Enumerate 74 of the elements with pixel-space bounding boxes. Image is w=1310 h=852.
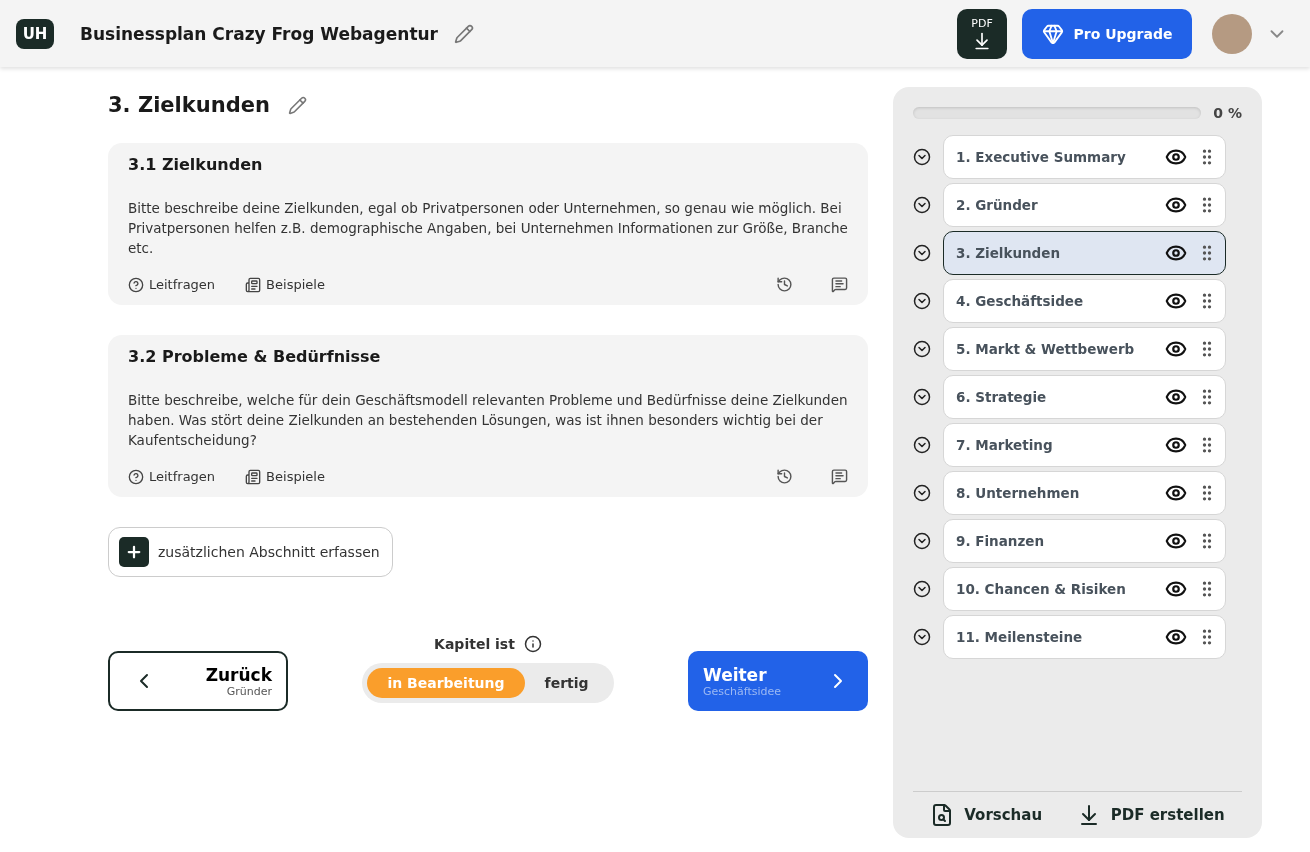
history-icon — [776, 468, 793, 485]
back-button[interactable]: Zurück Gründer — [108, 651, 288, 711]
expand-button[interactable] — [913, 340, 931, 358]
plus-icon — [119, 537, 149, 567]
chapter-item[interactable]: 11. Meilensteine — [943, 615, 1226, 659]
history-button[interactable] — [776, 468, 793, 485]
circle-chevron-down-icon — [913, 628, 931, 646]
section-link[interactable]: Beispiele — [245, 276, 325, 293]
expand-button[interactable] — [913, 580, 931, 598]
expand-button[interactable] — [913, 388, 931, 406]
pencil-icon — [287, 95, 307, 115]
circle-chevron-down-icon — [913, 580, 931, 598]
circle-chevron-down-icon — [913, 532, 931, 550]
history-button[interactable] — [776, 276, 793, 293]
question-circle-icon — [128, 276, 144, 293]
expand-button[interactable] — [913, 484, 931, 502]
history-icon — [776, 276, 793, 293]
expand-button[interactable] — [913, 532, 931, 550]
chapter-item[interactable]: 2. Gründer — [943, 183, 1226, 227]
newspaper-icon — [245, 468, 262, 485]
edit-chapter-button[interactable] — [287, 95, 307, 115]
section-link[interactable]: Leitfragen — [128, 468, 216, 485]
pro-upgrade-button[interactable]: Pro Upgrade — [1022, 8, 1192, 59]
comment-button[interactable] — [831, 276, 848, 293]
edit-title-button[interactable] — [454, 23, 474, 44]
expand-button[interactable] — [913, 436, 931, 454]
chapter-item[interactable]: 10. Chancen & Risiken — [943, 567, 1226, 611]
next-button[interactable]: Weiter Geschäftsidee — [688, 651, 868, 711]
section-link[interactable]: Leitfragen — [128, 276, 216, 293]
chapter-item[interactable]: 8. Unternehmen — [943, 471, 1226, 515]
chapter-item[interactable]: 6. Strategie — [943, 375, 1226, 419]
info-icon — [523, 635, 542, 653]
pdf-download-button[interactable]: PDF — [957, 8, 1007, 59]
expand-button[interactable] — [913, 196, 931, 214]
chapter-title: 3. Zielkunden — [108, 93, 270, 117]
chapter-item[interactable]: 9. Finanzen — [943, 519, 1226, 563]
sidebar-action-button[interactable]: PDF erstellen — [1070, 802, 1231, 828]
diamond-icon — [1041, 22, 1064, 45]
section-title: 3.1 Zielkunden — [128, 155, 264, 174]
progress-reading: 0 % — [1213, 105, 1242, 121]
pencil-icon — [454, 23, 474, 44]
logo[interactable]: UH — [16, 18, 54, 49]
circle-chevron-down-icon — [913, 436, 931, 454]
circle-chevron-down-icon — [913, 244, 931, 262]
comment-icon — [831, 468, 848, 485]
status-option[interactable]: fertig — [524, 668, 609, 698]
section-description: Bitte beschreibe deine Zielkunden, egal ob Privatpersonen oder Unternehmen, so genau wie möglich. Bei Privatpersonen helfen z.B. demographische Angaben, bei Unternehmen Informationen zur Größe, Branche etc. — [128, 199, 848, 258]
comment-icon — [831, 276, 848, 293]
document-title: Businessplan Crazy Frog Webagentur — [80, 23, 438, 44]
expand-button[interactable] — [913, 244, 931, 262]
circle-chevron-down-icon — [913, 484, 931, 502]
add-section-button[interactable]: zusätzlichen Abschnitt erfassen — [108, 527, 393, 577]
circle-chevron-down-icon — [913, 148, 931, 166]
status-label: Kapitel ist — [434, 636, 515, 652]
circle-chevron-down-icon — [913, 340, 931, 358]
question-circle-icon — [128, 468, 144, 485]
section-title: 3.2 Probleme & Bedürfnisse — [128, 347, 382, 366]
expand-button[interactable] — [913, 292, 931, 310]
newspaper-icon — [245, 276, 262, 293]
circle-chevron-down-icon — [913, 292, 931, 310]
chapter-item[interactable]: 3. Zielkunden — [943, 231, 1226, 275]
section-link[interactable]: Beispiele — [245, 468, 325, 485]
chapter-item[interactable]: 1. Executive Summary — [943, 135, 1226, 179]
expand-button[interactable] — [913, 628, 931, 646]
circle-chevron-down-icon — [913, 196, 931, 214]
sidebar-action-button[interactable]: Vorschau — [924, 802, 1049, 828]
section-description: Bitte beschreibe, welche für dein Geschäftsmodell relevanten Probleme und Bedürfnisse deine Zielkunden haben. Was stört deine Zielkunden an bestehenden Lösungen, was ist ihnen besonders wichtig bei der Kaufentscheidung? — [128, 391, 848, 450]
expand-button[interactable] — [913, 148, 931, 166]
info-button[interactable] — [523, 635, 542, 653]
chapter-item[interactable]: 4. Geschäftsidee — [943, 279, 1226, 323]
chapter-item[interactable]: 5. Markt & Wettbewerb — [943, 327, 1226, 371]
chapter-item[interactable]: 7. Marketing — [943, 423, 1226, 467]
comment-button[interactable] — [831, 468, 848, 485]
circle-chevron-down-icon — [913, 388, 931, 406]
